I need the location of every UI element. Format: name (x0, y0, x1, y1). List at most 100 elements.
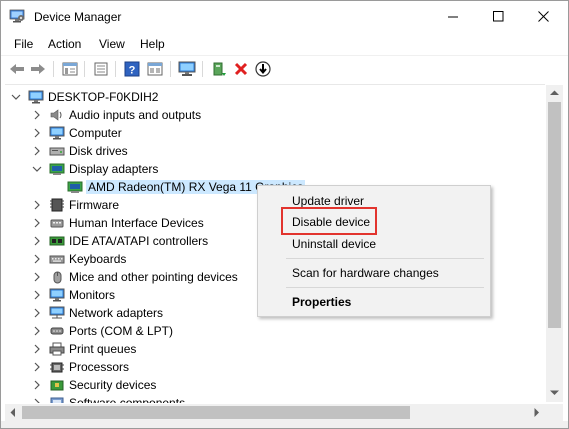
window-title: Device Manager (34, 10, 122, 24)
chevron-down-icon[interactable] (32, 164, 42, 174)
menu-file[interactable]: File (14, 37, 33, 51)
scan-icon (255, 61, 271, 77)
chevron-right-icon[interactable] (32, 272, 42, 282)
chevron-right-icon[interactable] (32, 398, 42, 403)
title-bar[interactable]: Device Manager (1, 1, 568, 32)
chevron-right-icon[interactable] (32, 128, 42, 138)
tree-category-label: Security devices (69, 378, 157, 392)
tree-category-label: Print queues (69, 342, 137, 356)
tree-category[interactable]: Processors (5, 358, 545, 376)
tree-category[interactable]: Print queues (5, 340, 545, 358)
chevron-right-icon[interactable] (32, 380, 42, 390)
svg-text:?: ? (129, 65, 136, 77)
toolbar-separator (53, 61, 54, 77)
forward-button[interactable] (29, 60, 47, 78)
scan-button[interactable] (254, 60, 272, 78)
uninstall-button[interactable] (232, 60, 250, 78)
toolbar-separator (202, 61, 203, 77)
horizontal-scrollbar[interactable] (5, 404, 546, 421)
chevron-right-icon[interactable] (32, 290, 42, 300)
display-adapter-icon (49, 163, 65, 175)
chevron-right-icon[interactable] (32, 236, 42, 246)
minimize-icon (447, 16, 458, 18)
properties-button[interactable] (92, 60, 110, 78)
tree-category-label: Disk drives (69, 144, 128, 158)
menu-item-scan-hardware[interactable]: Scan for hardware changes (292, 266, 439, 280)
show-hide-button[interactable] (146, 60, 164, 78)
chevron-right-icon[interactable] (32, 308, 42, 318)
tree-category-label: Display adapters (69, 162, 159, 176)
device-manager-window: Device Manager File Action View Help ? D… (0, 0, 569, 429)
tree-category[interactable]: Ports (COM & LPT) (5, 322, 545, 340)
tree-category[interactable]: Display adapters (5, 160, 545, 178)
menu-item-update-driver[interactable]: Update driver (292, 194, 364, 208)
maximize-button[interactable] (475, 1, 521, 32)
tree-category[interactable]: Disk drives (5, 142, 545, 160)
menu-action[interactable]: Action (48, 37, 81, 51)
tree-category-label: Software components (69, 396, 186, 403)
monitor-icon (178, 61, 196, 76)
chevron-right-icon[interactable] (32, 326, 42, 336)
tree-category[interactable]: Security devices (5, 376, 545, 394)
mouse-icon (53, 271, 62, 284)
scroll-left-arrow-icon[interactable] (10, 408, 16, 417)
chevron-right-icon[interactable] (32, 218, 42, 228)
console-tree-button[interactable] (61, 60, 79, 78)
close-button[interactable] (520, 1, 566, 32)
chevron-right-icon[interactable] (32, 200, 42, 210)
tree-category-label: Computer (69, 126, 122, 140)
tree-category-label: Processors (69, 360, 130, 374)
menu-item-properties[interactable]: Properties (292, 295, 351, 309)
tree-category[interactable]: Computer (5, 124, 545, 142)
firmware-icon (50, 198, 64, 212)
maximize-icon (492, 11, 503, 22)
context-menu: Update driver Disable device Uninstall d… (257, 185, 491, 317)
toolbar-separator (84, 61, 85, 77)
vertical-scroll-thumb[interactable] (548, 102, 561, 328)
menu-view[interactable]: View (99, 37, 125, 51)
tree-category[interactable]: Software components (5, 394, 545, 403)
tree-root[interactable]: DESKTOP-F0KDIH2 (5, 88, 545, 106)
toolbar: ? (1, 55, 568, 82)
disk-drive-icon (49, 147, 65, 156)
horizontal-scroll-thumb[interactable] (22, 406, 410, 419)
chevron-right-icon[interactable] (32, 254, 42, 264)
chevron-right-icon[interactable] (32, 344, 42, 354)
vertical-scrollbar[interactable] (546, 85, 563, 402)
scroll-down-arrow-icon[interactable] (550, 390, 559, 396)
menu-item-uninstall-device[interactable]: Uninstall device (292, 237, 376, 251)
speaker-icon (50, 109, 62, 121)
tree-category-label: Mice and other pointing devices (69, 270, 238, 284)
tree-root-label: DESKTOP-F0KDIH2 (48, 90, 159, 104)
tree-category[interactable]: Audio inputs and outputs (5, 106, 545, 124)
software-component-icon (50, 397, 64, 403)
menu-help[interactable]: Help (140, 37, 165, 51)
tree-category-label: Keyboards (69, 252, 127, 266)
hid-icon (50, 219, 64, 228)
console-tree-icon (62, 62, 78, 76)
close-icon (537, 11, 549, 22)
show-hide-icon (147, 62, 163, 76)
update-driver-button[interactable] (210, 60, 228, 78)
monitor-button[interactable] (178, 60, 196, 78)
tree-category-label: Monitors (69, 288, 116, 302)
status-bar (1, 421, 568, 428)
minimize-button[interactable] (430, 1, 476, 32)
scroll-right-arrow-icon[interactable] (534, 408, 540, 417)
device-manager-app-icon (9, 9, 25, 23)
monitor-icon (49, 288, 65, 302)
scroll-up-arrow-icon[interactable] (550, 90, 559, 96)
ide-controller-icon (49, 236, 65, 246)
menu-separator (286, 287, 484, 288)
back-button[interactable] (8, 60, 26, 78)
chevron-right-icon[interactable] (32, 146, 42, 156)
help-button[interactable]: ? (123, 60, 141, 78)
chevron-right-icon[interactable] (32, 362, 42, 372)
properties-icon (94, 62, 108, 76)
chevron-down-icon[interactable] (11, 92, 21, 102)
display-adapter-icon (67, 181, 83, 193)
toolbar-separator (170, 61, 171, 77)
chevron-right-icon[interactable] (32, 110, 42, 120)
computer-icon (28, 90, 44, 104)
tree-category-label: Firmware (69, 198, 119, 212)
